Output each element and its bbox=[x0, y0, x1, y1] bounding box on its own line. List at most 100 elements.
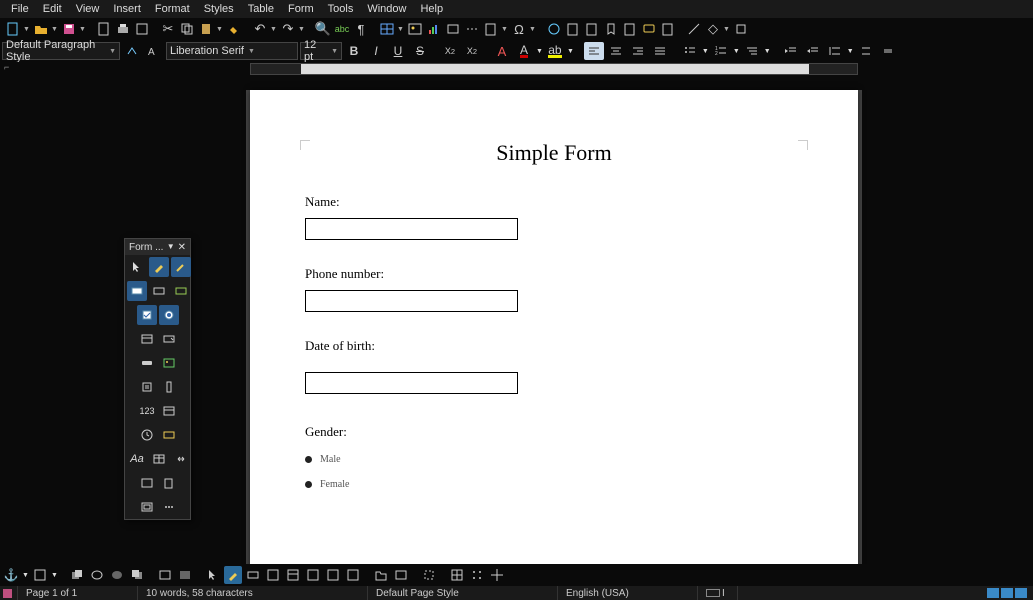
table-control-icon[interactable] bbox=[149, 449, 169, 469]
panel-titlebar[interactable]: Form ... ▼ ✕ bbox=[125, 239, 190, 255]
pattern-field-icon[interactable]: Aa bbox=[127, 449, 147, 469]
wizards-icon[interactable] bbox=[171, 257, 191, 277]
radio-male-row[interactable]: Male bbox=[305, 454, 803, 465]
font-color-icon[interactable]: A bbox=[514, 42, 534, 60]
form-navigator-icon[interactable] bbox=[284, 566, 302, 584]
special-char-icon[interactable]: Ω bbox=[510, 20, 528, 38]
new-style-icon[interactable]: A bbox=[144, 42, 164, 60]
file-selection-icon[interactable] bbox=[159, 473, 179, 493]
increase-indent-icon[interactable] bbox=[781, 42, 801, 60]
add-field-icon[interactable] bbox=[324, 566, 342, 584]
shapes-dropdown[interactable]: ▼ bbox=[723, 26, 731, 33]
insert-chart-icon[interactable] bbox=[425, 20, 443, 38]
phone-field[interactable] bbox=[305, 290, 518, 312]
redo-icon[interactable]: ↷ bbox=[279, 20, 297, 38]
forward-icon[interactable] bbox=[88, 566, 106, 584]
para-spacing-dec-icon[interactable] bbox=[878, 42, 898, 60]
align-center-icon[interactable] bbox=[606, 42, 626, 60]
underline-icon[interactable]: U bbox=[388, 42, 408, 60]
clone-fmt-icon[interactable] bbox=[225, 20, 243, 38]
snap-grid-icon[interactable] bbox=[468, 566, 486, 584]
activation-order-icon[interactable] bbox=[304, 566, 322, 584]
comment-icon[interactable] bbox=[640, 20, 658, 38]
background-icon[interactable] bbox=[176, 566, 194, 584]
tab-corner-icon[interactable]: ⌐ bbox=[4, 62, 9, 72]
open-icon[interactable] bbox=[32, 20, 50, 38]
foreground-icon[interactable] bbox=[156, 566, 174, 584]
numbering-dropdown[interactable]: ▼ bbox=[733, 48, 740, 55]
to-back-icon[interactable] bbox=[128, 566, 146, 584]
crossref-icon[interactable] bbox=[621, 20, 639, 38]
status-view-icons[interactable] bbox=[979, 586, 1033, 600]
checkbox-icon[interactable] bbox=[137, 305, 157, 325]
para-spacing-inc-icon[interactable] bbox=[856, 42, 876, 60]
bullets-icon[interactable] bbox=[680, 42, 700, 60]
endnote-icon[interactable] bbox=[583, 20, 601, 38]
single-page-icon[interactable] bbox=[987, 588, 999, 598]
decrease-indent-icon[interactable] bbox=[803, 42, 823, 60]
menu-tools[interactable]: Tools bbox=[321, 1, 361, 17]
numbering-icon[interactable]: 12 bbox=[711, 42, 731, 60]
redo-dropdown[interactable]: ▼ bbox=[298, 26, 306, 33]
spacing-dropdown[interactable]: ▼ bbox=[847, 48, 854, 55]
page-break-icon[interactable] bbox=[463, 20, 481, 38]
wrap-dropdown[interactable]: ▼ bbox=[51, 572, 58, 579]
bold-icon[interactable]: B bbox=[344, 42, 364, 60]
menu-edit[interactable]: Edit bbox=[36, 1, 69, 17]
align-left-icon[interactable] bbox=[584, 42, 604, 60]
paragraph-style-combo[interactable]: Default Paragraph Style▼ bbox=[2, 42, 120, 60]
multi-page-icon[interactable] bbox=[1001, 588, 1013, 598]
font-name-combo[interactable]: Liberation Serif▼ bbox=[166, 42, 298, 60]
image-control-icon[interactable] bbox=[137, 473, 157, 493]
menu-format[interactable]: Format bbox=[148, 1, 197, 17]
special-dropdown[interactable]: ▼ bbox=[529, 26, 537, 33]
italic-icon[interactable]: I bbox=[366, 42, 386, 60]
copy-icon[interactable] bbox=[178, 20, 196, 38]
design-mode-bottom-icon[interactable] bbox=[224, 566, 242, 584]
status-page[interactable]: Page 1 of 1 bbox=[18, 586, 138, 600]
print-icon[interactable] bbox=[114, 20, 132, 38]
book-view-icon[interactable] bbox=[1015, 588, 1027, 598]
outline-dropdown[interactable]: ▼ bbox=[764, 48, 771, 55]
paste-icon[interactable] bbox=[197, 20, 215, 38]
insert-textbox-icon[interactable] bbox=[444, 20, 462, 38]
spinbutton-icon[interactable] bbox=[137, 377, 157, 397]
open-dropdown[interactable]: ▼ bbox=[51, 26, 59, 33]
wrap-icon[interactable] bbox=[31, 566, 49, 584]
design-mode-icon[interactable] bbox=[149, 257, 169, 277]
guides-icon[interactable] bbox=[488, 566, 506, 584]
label-icon[interactable] bbox=[127, 281, 147, 301]
date-field-icon[interactable] bbox=[159, 401, 179, 421]
backward-icon[interactable] bbox=[108, 566, 126, 584]
status-save-icon[interactable] bbox=[0, 586, 18, 600]
form-controls-panel[interactable]: Form ... ▼ ✕ bbox=[124, 238, 191, 520]
currency-field-icon[interactable] bbox=[159, 425, 179, 445]
hyperlink-icon[interactable] bbox=[545, 20, 563, 38]
bullets-dropdown[interactable]: ▼ bbox=[702, 48, 709, 55]
font-color-dropdown[interactable]: ▼ bbox=[536, 48, 543, 55]
status-language[interactable]: English (USA) bbox=[558, 586, 698, 600]
save-icon[interactable] bbox=[60, 20, 78, 38]
menu-table[interactable]: Table bbox=[241, 1, 281, 17]
field-dropdown[interactable]: ▼ bbox=[501, 26, 509, 33]
time-field-icon[interactable] bbox=[137, 425, 157, 445]
draw-functions-icon[interactable] bbox=[732, 20, 750, 38]
pushbutton-icon[interactable] bbox=[137, 353, 157, 373]
new-dropdown[interactable]: ▼ bbox=[23, 26, 31, 33]
select-tool2-icon[interactable] bbox=[204, 566, 222, 584]
status-page-style[interactable]: Default Page Style bbox=[368, 586, 558, 600]
radiobutton-icon[interactable] bbox=[159, 305, 179, 325]
menu-styles[interactable]: Styles bbox=[197, 1, 241, 17]
name-field[interactable] bbox=[305, 218, 518, 240]
menu-window[interactable]: Window bbox=[360, 1, 413, 17]
font-size-combo[interactable]: 12 pt▼ bbox=[300, 42, 342, 60]
grid-icon[interactable] bbox=[448, 566, 466, 584]
align-right-icon[interactable] bbox=[628, 42, 648, 60]
horizontal-ruler[interactable] bbox=[250, 63, 858, 75]
form-properties-icon[interactable] bbox=[264, 566, 282, 584]
to-front-icon[interactable] bbox=[68, 566, 86, 584]
formatted-field-icon[interactable] bbox=[171, 281, 191, 301]
combobox-icon[interactable] bbox=[159, 329, 179, 349]
select-tool-icon[interactable] bbox=[127, 257, 147, 277]
menu-file[interactable]: File bbox=[4, 1, 36, 17]
